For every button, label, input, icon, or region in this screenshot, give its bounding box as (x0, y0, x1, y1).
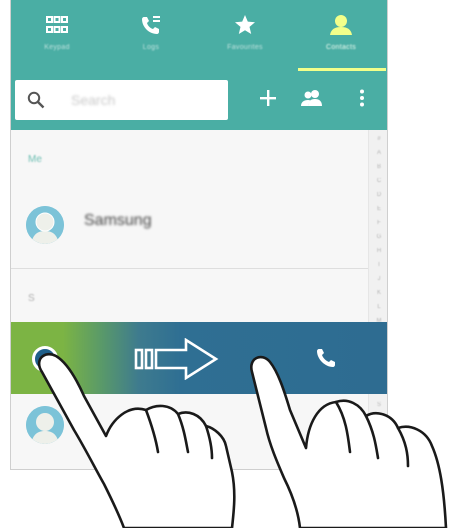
groups-button[interactable] (294, 80, 330, 120)
more-options-button[interactable] (344, 80, 380, 120)
list-item[interactable]: Samsung (10, 190, 368, 260)
index-letter[interactable]: S (374, 402, 384, 408)
index-letter[interactable]: J (374, 276, 384, 282)
index-letter[interactable]: U (374, 430, 384, 436)
star-icon (233, 14, 257, 36)
swipe-to-call-row[interactable] (10, 322, 388, 394)
avatar (26, 406, 64, 444)
index-letter[interactable]: T (374, 416, 384, 422)
phone-call-icon (316, 348, 336, 373)
index-letter[interactable]: L (374, 304, 384, 310)
tab-label: Favourites (227, 44, 263, 51)
search-icon (27, 91, 45, 114)
more-options-icon (359, 89, 365, 112)
avatar (26, 206, 64, 244)
tab-keypad[interactable]: Keypad (10, 0, 104, 72)
index-letter[interactable]: W (374, 458, 384, 464)
section-header: S (28, 293, 35, 304)
search-toolbar: Search (10, 72, 388, 130)
index-letter[interactable]: D (374, 192, 384, 198)
index-letter[interactable]: # (374, 136, 384, 142)
tab-label: Logs (142, 44, 160, 51)
search-input[interactable]: Search (15, 80, 228, 120)
tab-bar: Keypad Logs Favourites Contacts (10, 0, 388, 72)
index-letter[interactable]: F (374, 220, 384, 226)
call-logs-icon (139, 14, 163, 36)
index-letter[interactable]: V (374, 444, 384, 450)
contact-list: Me Samsung S (10, 130, 368, 470)
add-contact-button[interactable] (250, 80, 286, 120)
tab-contacts[interactable]: Contacts (294, 0, 388, 72)
index-letter[interactable]: H (374, 248, 384, 254)
alphabet-index-scrollbar[interactable]: # A B C D E F G H I J K L M N O P Q R S … (368, 130, 388, 470)
tab-logs[interactable]: Logs (104, 0, 198, 72)
section-header: Me (28, 154, 42, 165)
tab-favourites[interactable]: Favourites (198, 0, 292, 72)
active-tab-indicator (298, 68, 386, 71)
contact-name: Samsung (84, 212, 152, 229)
index-letter[interactable]: I (374, 262, 384, 268)
keypad-icon (45, 14, 69, 36)
index-letter[interactable]: C (374, 178, 384, 184)
contact-person-icon (329, 14, 353, 36)
contacts-screen: Keypad Logs Favourites Contacts Search M… (10, 0, 388, 470)
index-letter[interactable]: B (374, 164, 384, 170)
index-letter[interactable]: E (374, 206, 384, 212)
divider (10, 268, 368, 269)
index-letter[interactable]: G (374, 234, 384, 240)
tab-label: Keypad (44, 44, 70, 51)
swipe-right-arrow-icon (134, 337, 220, 385)
search-placeholder: Search (71, 92, 116, 108)
index-letter[interactable]: A (374, 150, 384, 156)
contact-dot (32, 346, 58, 372)
tab-label: Contacts (325, 44, 357, 51)
groups-icon (300, 88, 324, 113)
index-letter[interactable]: K (374, 290, 384, 296)
add-icon (259, 89, 277, 112)
